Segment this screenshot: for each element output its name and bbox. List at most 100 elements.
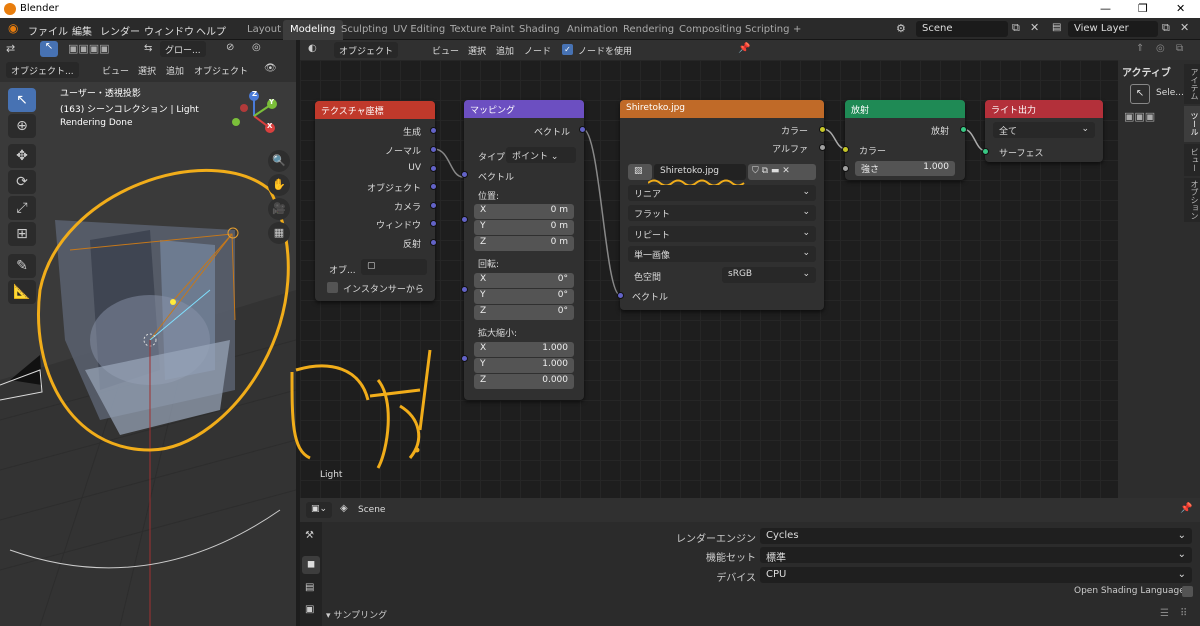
location-x-field[interactable]: X0 m bbox=[474, 204, 574, 219]
rotation-x-field[interactable]: X 0° bbox=[474, 273, 574, 288]
output-target-dropdown[interactable]: 全て ⌄ bbox=[993, 122, 1095, 138]
socket[interactable] bbox=[982, 148, 989, 155]
move-icon[interactable]: ⇑ bbox=[1136, 43, 1144, 54]
move-tool-icon[interactable]: ✥ bbox=[8, 144, 36, 168]
socket[interactable] bbox=[461, 286, 468, 293]
socket[interactable] bbox=[430, 127, 437, 134]
sidebar-tab-view[interactable]: ビュー bbox=[1184, 144, 1200, 176]
maximize-button[interactable]: ❐ bbox=[1138, 2, 1148, 15]
select-mode-icons[interactable]: ▣▣▣ bbox=[1124, 110, 1155, 123]
socket[interactable] bbox=[430, 220, 437, 227]
menu-window[interactable]: ウィンドウ bbox=[144, 23, 194, 38]
zoom-icon[interactable]: 🔍 bbox=[268, 150, 290, 172]
source-dropdown[interactable]: 単一画像 ⌄ bbox=[628, 246, 816, 262]
active-tool-select-icon[interactable]: ↖ bbox=[1130, 84, 1150, 104]
osl-checkbox[interactable] bbox=[1182, 586, 1193, 597]
view-layer-tab-icon[interactable]: ▣ bbox=[305, 604, 314, 615]
socket[interactable] bbox=[430, 146, 437, 153]
location-y-field[interactable]: Y0 m bbox=[474, 220, 574, 235]
tab-shading[interactable]: Shading bbox=[512, 20, 567, 40]
rotation-z-field[interactable]: Z 0° bbox=[474, 305, 574, 320]
socket[interactable] bbox=[461, 171, 468, 178]
delete-view-layer-icon[interactable]: ✕ bbox=[1180, 21, 1189, 34]
sidebar-tab-tool[interactable]: ツール bbox=[1184, 106, 1200, 142]
camera-view-icon[interactable]: 🎥 bbox=[268, 198, 290, 220]
snap-icon[interactable]: ⊘ bbox=[226, 42, 234, 53]
mapping-type-dropdown[interactable]: ポイント ⌄ bbox=[506, 147, 576, 163]
tab-texture-paint[interactable]: Texture Paint bbox=[443, 20, 522, 40]
image-fake-user-new-open-unlink-icons[interactable]: ⛉ ⧉ ▬ ✕ bbox=[748, 164, 816, 180]
texcoord-object-field[interactable]: ▢ bbox=[361, 259, 427, 275]
node-emission[interactable]: 放射 放射 カラー 強さ 1.000 bbox=[842, 100, 967, 180]
node-mapping[interactable]: マッピング ベクトル タイプ: ポイント ⌄ ベクトル 位置: X0 m Y0 … bbox=[461, 100, 586, 400]
new-scene-icon[interactable]: ⧉ bbox=[1012, 21, 1020, 35]
rotation-y-field[interactable]: Y 0° bbox=[474, 289, 574, 304]
selection-mode-icons[interactable]: ▣▣▣▣ bbox=[68, 42, 110, 55]
overlay-icon[interactable]: ◎ bbox=[1156, 43, 1165, 54]
scale-z-field[interactable]: Z 0.000 bbox=[474, 374, 574, 389]
editor-type-icon[interactable]: ◐ bbox=[308, 43, 317, 54]
annotate-tool-icon[interactable]: ✎ bbox=[8, 254, 36, 278]
scene-selector[interactable]: Scene bbox=[916, 21, 1008, 37]
tool-tab-icon[interactable]: ⚒ bbox=[305, 530, 314, 541]
node-emission-header[interactable]: 放射 bbox=[845, 100, 965, 118]
pin-icon[interactable]: 📌 bbox=[738, 43, 750, 54]
minimize-button[interactable]: — bbox=[1100, 2, 1111, 15]
pin-icon[interactable]: 📌 bbox=[1180, 503, 1192, 514]
transform-pivot-icon[interactable]: ⇄ bbox=[6, 42, 15, 55]
delete-scene-icon[interactable]: ✕ bbox=[1030, 21, 1039, 34]
rotate-tool-icon[interactable]: ⟳ bbox=[8, 170, 36, 194]
viewport-menu-object[interactable]: オブジェクト bbox=[194, 64, 248, 77]
menu-edit[interactable]: 編集 bbox=[72, 23, 92, 38]
3d-viewport[interactable]: ⇄ ↖ ▣▣▣▣ ⇆ グロー... ⊘ ◎ オブジェクト... ビュー 選択 追… bbox=[0, 40, 296, 626]
scale-x-field[interactable]: X 1.000 bbox=[474, 342, 574, 357]
from-instancer-checkbox[interactable] bbox=[327, 282, 338, 293]
socket[interactable] bbox=[430, 202, 437, 209]
new-view-layer-icon[interactable]: ⧉ bbox=[1162, 21, 1170, 35]
proportional-edit-icon[interactable]: ◎ bbox=[252, 42, 261, 53]
feature-set-dropdown[interactable]: 標準 ⌄ bbox=[760, 547, 1192, 564]
sidebar-tab-options[interactable]: オプション bbox=[1184, 178, 1200, 222]
socket[interactable] bbox=[842, 146, 849, 153]
socket[interactable] bbox=[430, 239, 437, 246]
node-texture-coordinate[interactable]: テクスチャ座標 生成 ノーマル UV オブジェクト カメラ ウィンドウ 反射 オ… bbox=[315, 101, 437, 301]
menu-render[interactable]: レンダー bbox=[100, 23, 140, 38]
socket[interactable] bbox=[960, 126, 967, 133]
sidebar-tab-item[interactable]: アイテム bbox=[1184, 64, 1200, 104]
node-menu-add[interactable]: 追加 bbox=[496, 44, 514, 57]
pan-hand-icon[interactable]: ✋ bbox=[268, 174, 290, 196]
viewport-menu-add[interactable]: 追加 bbox=[166, 64, 184, 77]
socket[interactable] bbox=[819, 144, 826, 151]
transform-orientation-dropdown[interactable]: グロー... bbox=[160, 41, 206, 57]
socket[interactable] bbox=[617, 292, 624, 299]
node-menu-view[interactable]: ビュー bbox=[432, 44, 459, 57]
editor-type-dropdown[interactable]: ▣⌄ bbox=[306, 502, 333, 518]
view-object-types-icon[interactable]: 👁 bbox=[264, 63, 277, 74]
drag-handle-icon[interactable]: ⠿ bbox=[1180, 608, 1187, 619]
select-box-icon[interactable]: ↖ bbox=[40, 41, 58, 57]
select-tool-icon[interactable]: ↖ bbox=[8, 88, 36, 112]
node-menu-node[interactable]: ノード bbox=[524, 44, 551, 57]
close-button[interactable]: ✕ bbox=[1176, 2, 1185, 15]
extension-dropdown[interactable]: リピート ⌄ bbox=[628, 226, 816, 242]
emission-strength-field[interactable]: 強さ 1.000 bbox=[855, 161, 955, 176]
blender-menu-icon[interactable]: ◉ bbox=[8, 21, 18, 35]
node-menu-select[interactable]: 選択 bbox=[468, 44, 486, 57]
socket[interactable] bbox=[430, 183, 437, 190]
menu-help[interactable]: ヘルプ bbox=[196, 23, 226, 38]
socket[interactable] bbox=[819, 126, 826, 133]
view-layer-selector[interactable]: View Layer bbox=[1068, 21, 1158, 37]
colorspace-dropdown[interactable]: sRGB ⌄ bbox=[722, 267, 816, 283]
snap-icon[interactable]: ⧉ bbox=[1176, 43, 1183, 54]
node-mapping-header[interactable]: マッピング bbox=[464, 100, 584, 118]
socket[interactable] bbox=[430, 165, 437, 172]
output-tab-icon[interactable]: ▤ bbox=[305, 582, 314, 593]
viewport-menu-view[interactable]: ビュー bbox=[102, 64, 129, 77]
menu-file[interactable]: ファイル bbox=[28, 23, 68, 38]
measure-tool-icon[interactable]: 📐 bbox=[8, 280, 36, 304]
socket[interactable] bbox=[842, 165, 849, 172]
render-engine-dropdown[interactable]: Cycles ⌄ bbox=[760, 528, 1192, 544]
scale-y-field[interactable]: Y 1.000 bbox=[474, 358, 574, 373]
node-output-header[interactable]: ライト出力 bbox=[985, 100, 1103, 118]
socket[interactable] bbox=[461, 216, 468, 223]
